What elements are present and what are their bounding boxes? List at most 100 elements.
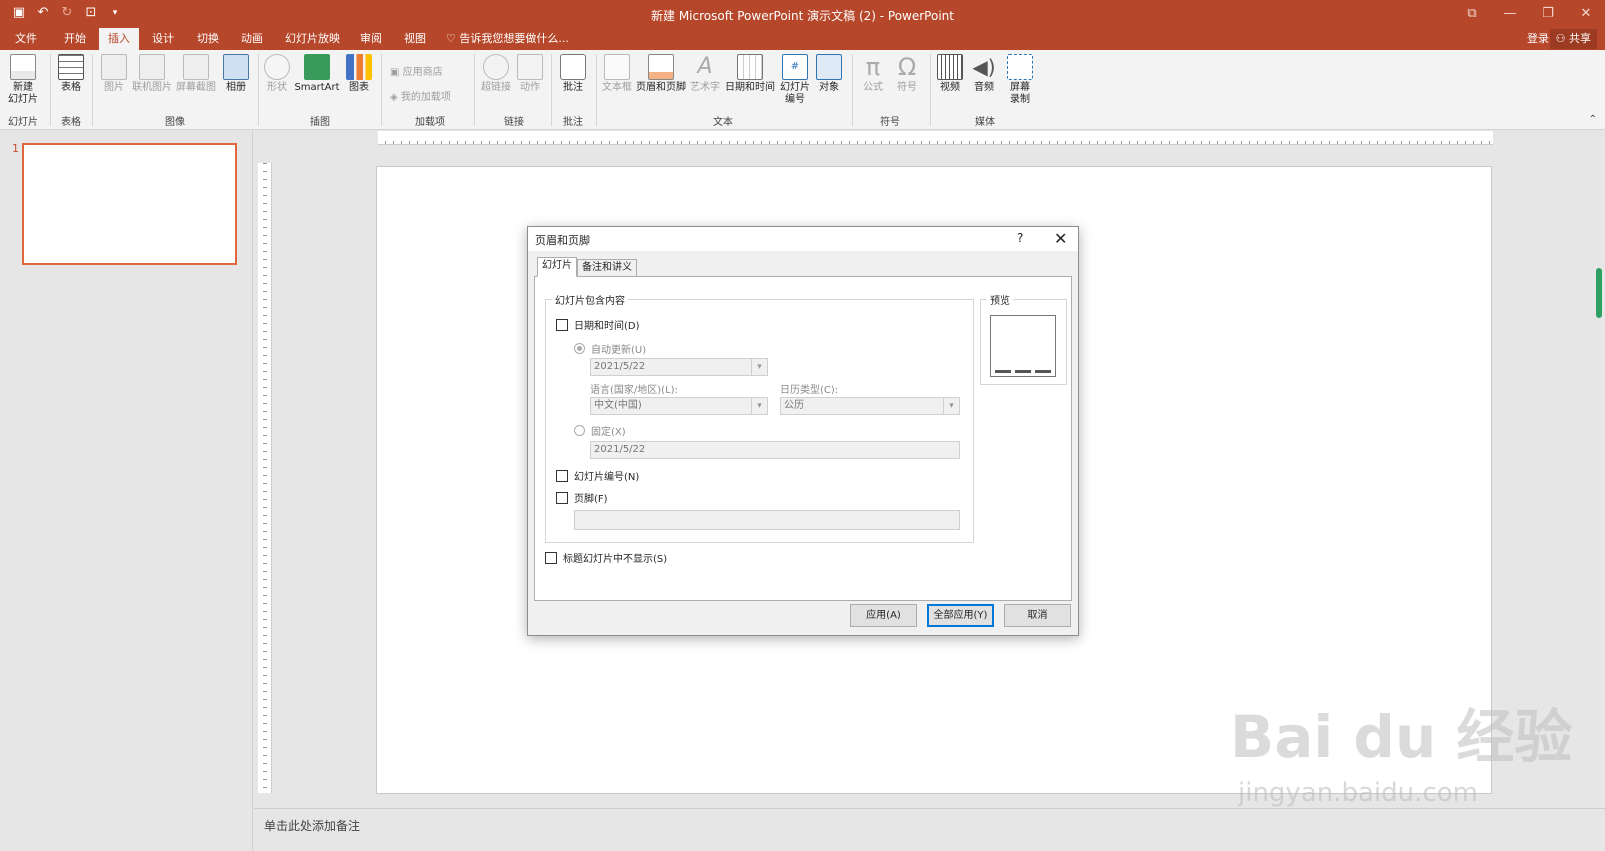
tab-slide[interactable]: 幻灯片 xyxy=(537,257,577,277)
header-footer-label: 页眉和页脚 xyxy=(636,82,686,93)
hyperlink-button[interactable]: 超链接 xyxy=(480,54,512,94)
equation-button[interactable]: π 公式 xyxy=(858,54,888,94)
dialog-close-icon[interactable]: ✕ xyxy=(1054,229,1067,248)
chevron-down-icon: ▾ xyxy=(751,398,767,414)
table-button[interactable]: 表格 xyxy=(56,54,86,94)
language-select[interactable]: 中文(中国) ▾ xyxy=(590,397,768,415)
wordart-button[interactable]: A 艺术字 xyxy=(689,54,721,94)
tab-insert[interactable]: 插入 xyxy=(99,28,139,50)
share-button[interactable]: ⚇ 共享 xyxy=(1549,29,1597,49)
shapes-icon xyxy=(264,54,290,80)
header-footer-dialog: 页眉和页脚 ? ✕ 幻灯片 备注和讲义 幻灯片包含内容 日期和时间(D) 自动更… xyxy=(527,226,1079,636)
shapes-button[interactable]: 形状 xyxy=(263,54,291,94)
collapse-ribbon-icon[interactable]: ⌃ xyxy=(1589,114,1597,125)
chart-label: 图表 xyxy=(349,82,369,93)
ribbon-separator xyxy=(930,54,931,126)
screenshot-button[interactable]: 屏幕截图 xyxy=(175,54,217,94)
tab-animations[interactable]: 动画 xyxy=(232,28,272,50)
my-addins-button[interactable]: ◈ 我的加载项 xyxy=(390,88,451,103)
footer-checkbox[interactable] xyxy=(556,491,568,504)
preview-group: 预览 xyxy=(980,292,1067,385)
object-icon xyxy=(816,54,842,80)
object-button[interactable]: 对象 xyxy=(815,54,843,94)
tab-notes-handouts[interactable]: 备注和讲义 xyxy=(577,259,637,277)
help-button[interactable]: ? xyxy=(1017,231,1023,245)
datetime-button[interactable]: 日期和时间 xyxy=(724,54,776,94)
tab-design[interactable]: 设计 xyxy=(143,28,183,50)
apply-all-button[interactable]: 全部应用(Y) xyxy=(927,604,994,627)
slide-number-icon: # xyxy=(782,54,808,80)
video-button[interactable]: 视频 xyxy=(936,54,964,94)
slide-number-checkbox[interactable] xyxy=(556,469,568,482)
online-picture-icon xyxy=(139,54,165,80)
auto-date-select[interactable]: 2021/5/22 ▾ xyxy=(590,358,768,376)
include-on-slide-group: 幻灯片包含内容 日期和时间(D) 自动更新(U) 2021/5/22 ▾ 语言(… xyxy=(545,292,974,543)
auto-update-row[interactable]: 自动更新(U) xyxy=(574,341,646,356)
symbol-button[interactable]: Ω 符号 xyxy=(892,54,922,94)
comment-label: 批注 xyxy=(563,82,583,93)
slide-thumbnail[interactable] xyxy=(22,143,237,265)
fixed-date-input[interactable]: 2021/5/22 xyxy=(590,441,960,459)
action-button[interactable]: 动作 xyxy=(516,54,544,94)
tab-slideshow[interactable]: 幻灯片放映 xyxy=(276,28,349,50)
tab-view[interactable]: 视图 xyxy=(395,28,435,50)
audio-button[interactable]: ◀) 音频 xyxy=(970,54,998,94)
tab-home[interactable]: 开始 xyxy=(55,28,95,50)
slide-number-button[interactable]: # 幻灯片 编号 xyxy=(779,54,811,106)
new-slide-button[interactable]: 新建 幻灯片 xyxy=(5,54,41,106)
share-label: 共享 xyxy=(1569,32,1591,45)
chevron-down-icon: ▾ xyxy=(751,359,767,375)
cancel-button[interactable]: 取消 xyxy=(1004,604,1071,627)
datetime-checkbox[interactable] xyxy=(556,318,568,331)
table-label: 表格 xyxy=(61,82,81,93)
hide-on-title-row[interactable]: 标题幻灯片中不显示(S) xyxy=(545,550,667,565)
album-button[interactable]: 相册 xyxy=(222,54,250,94)
textbox-label: 文本框 xyxy=(602,82,632,93)
ribbon-separator xyxy=(551,54,552,126)
ribbon-separator xyxy=(50,54,51,126)
apply-button[interactable]: 应用(A) xyxy=(850,604,917,627)
video-label: 视频 xyxy=(940,82,960,93)
notes-pane[interactable]: 单击此处添加备注 xyxy=(254,808,1605,851)
picture-button[interactable]: 图片 xyxy=(100,54,128,94)
minimize-button[interactable]: — xyxy=(1491,0,1529,28)
chart-button[interactable]: 图表 xyxy=(345,54,373,94)
datetime-checkbox-row[interactable]: 日期和时间(D) xyxy=(556,317,640,332)
textbox-button[interactable]: 文本框 xyxy=(602,54,632,94)
tab-transitions[interactable]: 切换 xyxy=(188,28,228,50)
footer-input[interactable] xyxy=(574,510,960,530)
wordart-label: 艺术字 xyxy=(690,82,720,93)
hide-on-title-label: 标题幻灯片中不显示(S) xyxy=(563,554,668,565)
tab-review[interactable]: 审阅 xyxy=(351,28,391,50)
calendar-select[interactable]: 公历 ▾ xyxy=(780,397,960,415)
fixed-row[interactable]: 固定(X) xyxy=(574,423,626,438)
hide-on-title-checkbox[interactable] xyxy=(545,551,557,564)
ribbon-display-options-icon[interactable]: ⧉ xyxy=(1453,0,1491,28)
hyperlink-label: 超链接 xyxy=(481,82,511,93)
fixed-radio[interactable] xyxy=(574,425,585,436)
language-value: 中文(中国) xyxy=(594,400,642,411)
tell-me-search[interactable]: ♡ 告诉我您想要做什么... xyxy=(446,28,569,50)
screenshot-label: 屏幕截图 xyxy=(176,82,216,93)
online-picture-button[interactable]: 联机图片 xyxy=(131,54,173,94)
datetime-label: 日期和时间(D) xyxy=(574,321,640,332)
tab-file[interactable]: 文件 xyxy=(6,28,46,50)
login-link[interactable]: 登录 xyxy=(1527,28,1549,50)
datetime-label: 日期和时间 xyxy=(725,82,775,93)
footer-row[interactable]: 页脚(F) xyxy=(556,490,608,505)
slide-number: 1 xyxy=(12,142,19,155)
speaker-icon: ◀) xyxy=(972,55,996,79)
store-button[interactable]: ▣ 应用商店 xyxy=(390,63,443,78)
auto-update-radio[interactable] xyxy=(574,343,585,354)
comment-button[interactable]: 批注 xyxy=(558,54,588,94)
maximize-button[interactable]: ❐ xyxy=(1529,0,1567,28)
smartart-button[interactable]: SmartArt xyxy=(294,54,340,94)
slide-number-row[interactable]: 幻灯片编号(N) xyxy=(556,468,639,483)
screen-record-button[interactable]: 屏幕 录制 xyxy=(1005,54,1035,106)
scroll-indicator[interactable] xyxy=(1596,268,1602,318)
vertical-ruler xyxy=(258,163,272,793)
ribbon-separator xyxy=(381,54,382,126)
header-footer-button[interactable]: 页眉和页脚 xyxy=(635,54,687,94)
close-button[interactable]: ✕ xyxy=(1567,0,1605,28)
globe-link-icon xyxy=(483,54,509,80)
